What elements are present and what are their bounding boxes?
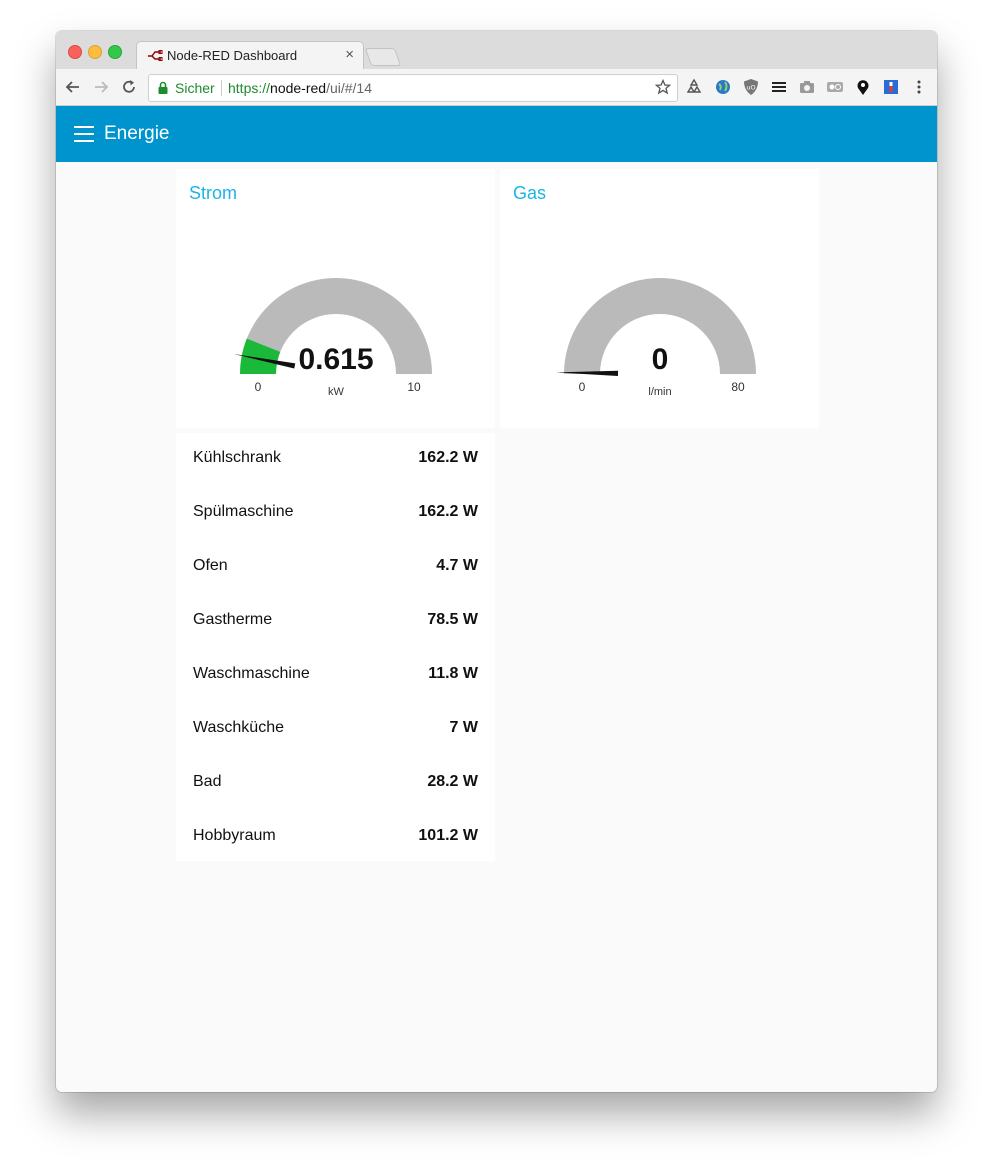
page-title: Energie bbox=[104, 123, 170, 144]
consumer-name: Gastherme bbox=[193, 611, 273, 628]
consumer-value: 11.8 W bbox=[428, 665, 478, 682]
omnibox-separator bbox=[221, 80, 222, 96]
consumer-name: Bad bbox=[193, 773, 222, 790]
list-item: Kühlschrank 162.2 W bbox=[193, 449, 478, 473]
list-item: Hobbyraum 101.2 W bbox=[193, 827, 478, 851]
browser-tab[interactable]: Node-RED Dashboard × bbox=[136, 41, 364, 70]
gauge-min-label: 0 bbox=[255, 380, 262, 394]
hamburger-menu-icon[interactable] bbox=[74, 126, 94, 142]
list-item: Bad 28.2 W bbox=[193, 773, 478, 797]
svg-text:uO: uO bbox=[746, 84, 755, 92]
url-host: node-red bbox=[270, 80, 327, 96]
gauge-unit: kW bbox=[328, 386, 345, 398]
recycle-icon[interactable] bbox=[685, 78, 703, 96]
gauge-card-strom: Strom 0.615 kW 0 10 bbox=[176, 169, 495, 428]
gauge-svg: 0 l/min 0 80 bbox=[556, 278, 756, 398]
browser-window: Node-RED Dashboard × Sicher https://node… bbox=[56, 31, 937, 1092]
reload-icon[interactable] bbox=[120, 78, 138, 96]
gauge-max-label: 80 bbox=[731, 380, 745, 394]
toggle-icon[interactable] bbox=[826, 78, 844, 96]
gauge-max-label: 10 bbox=[407, 380, 421, 394]
address-bar[interactable]: Sicher https://node-red/ui/#/14 bbox=[148, 74, 678, 102]
lock-icon bbox=[158, 81, 168, 94]
maps-pin-icon[interactable] bbox=[854, 78, 872, 96]
gauge-min-label: 0 bbox=[579, 380, 586, 394]
star-icon[interactable] bbox=[655, 79, 671, 95]
gauge-svg: 0.615 kW 0 10 bbox=[233, 278, 432, 398]
new-tab-button[interactable] bbox=[364, 48, 402, 66]
consumer-name: Spülmaschine bbox=[193, 503, 294, 520]
flag-icon[interactable] bbox=[882, 78, 900, 96]
gauge-unit: l/min bbox=[648, 386, 671, 398]
consumer-name: Waschmaschine bbox=[193, 665, 310, 682]
url-path: /ui/#/14 bbox=[326, 80, 373, 96]
maximize-window-button[interactable] bbox=[108, 45, 122, 59]
ublock-icon[interactable]: uO bbox=[742, 78, 760, 96]
consumer-name: Kühlschrank bbox=[193, 449, 282, 466]
globe-icon[interactable] bbox=[714, 78, 732, 96]
url-text[interactable]: https://node-red/ui/#/14 bbox=[228, 80, 372, 96]
consumer-name: Hobbyraum bbox=[193, 827, 276, 844]
back-icon[interactable] bbox=[64, 78, 82, 96]
consumer-name: Ofen bbox=[193, 557, 228, 574]
gauge-value: 0 bbox=[652, 343, 669, 376]
list-item: Gastherme 78.5 W bbox=[193, 611, 478, 635]
consumer-value: 28.2 W bbox=[427, 773, 478, 790]
consumer-value: 7 W bbox=[449, 719, 478, 736]
gauge-value: 0.615 bbox=[298, 343, 373, 376]
url-scheme: https:// bbox=[228, 80, 271, 96]
list-item: Waschküche 7 W bbox=[193, 719, 478, 743]
consumer-value: 78.5 W bbox=[427, 611, 478, 628]
list-item: Waschmaschine 11.8 W bbox=[193, 665, 478, 689]
gauge-card-gas: Gas 0 l/min 0 80 bbox=[500, 169, 819, 428]
secure-label: Sicher bbox=[175, 80, 215, 96]
tab-strip: Node-RED Dashboard × bbox=[56, 31, 937, 70]
consumer-name: Waschküche bbox=[193, 719, 284, 736]
browser-toolbar: Sicher https://node-red/ui/#/14 uO bbox=[56, 69, 937, 106]
list-item: Ofen 4.7 W bbox=[193, 557, 478, 581]
close-window-button[interactable] bbox=[68, 45, 82, 59]
menu-lines-icon[interactable] bbox=[770, 78, 788, 96]
list-item: Spülmaschine 162.2 W bbox=[193, 503, 478, 527]
consumer-value: 101.2 W bbox=[418, 827, 478, 844]
consumer-value: 162.2 W bbox=[418, 449, 478, 466]
consumer-value: 162.2 W bbox=[418, 503, 478, 520]
tab-close-icon[interactable]: × bbox=[345, 46, 354, 63]
consumer-list: Kühlschrank 162.2 W Spülmaschine 162.2 W… bbox=[176, 433, 495, 861]
forward-icon[interactable] bbox=[92, 78, 110, 96]
minimize-window-button[interactable] bbox=[88, 45, 102, 59]
node-red-icon bbox=[148, 50, 163, 61]
more-vert-icon[interactable] bbox=[910, 78, 928, 96]
camera-icon[interactable] bbox=[798, 78, 816, 96]
consumer-value: 4.7 W bbox=[436, 557, 478, 574]
app-header: Energie bbox=[56, 106, 937, 162]
tab-title: Node-RED Dashboard bbox=[167, 48, 298, 63]
